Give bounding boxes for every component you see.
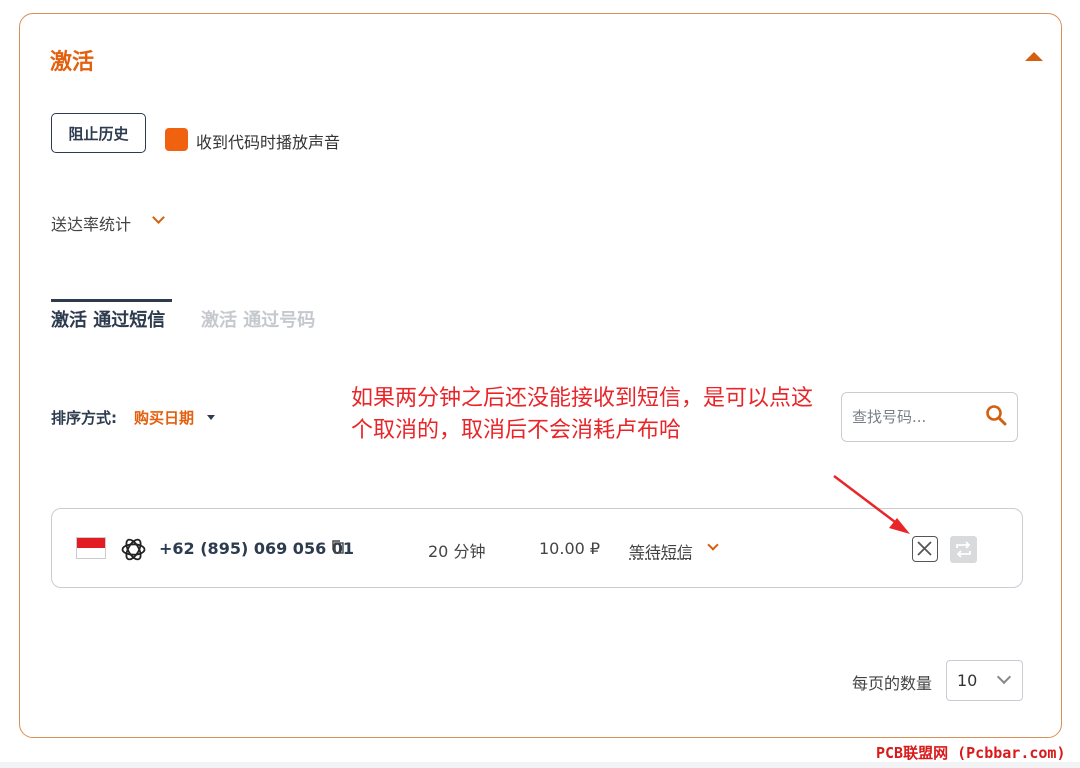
activation-panel: 激活 阻止历史 收到代码时播放声音 送达率统计 激活 通过短信 激活 通过号码 … [19, 13, 1062, 738]
bottom-strip [0, 762, 1080, 768]
chevron-down-icon [996, 669, 1012, 685]
sound-checkbox[interactable] [165, 128, 188, 151]
openai-icon [121, 538, 146, 561]
search-box[interactable] [841, 392, 1018, 442]
sort-label: 排序方式: [51, 409, 117, 427]
repeat-activation-button[interactable] [950, 536, 977, 563]
phone-number: +62 (895) 069 056 01 [159, 539, 355, 558]
sort-dropdown[interactable]: 购买日期 [134, 407, 194, 428]
tab-sms-activation[interactable]: 激活 通过短信 [51, 306, 165, 332]
status-dropdown[interactable]: 等待短信 [629, 539, 693, 563]
close-icon [917, 541, 932, 556]
per-page-label: 每页的数量 [852, 674, 933, 693]
per-page-value: 10 [957, 671, 978, 690]
watermark: PCB联盟网 (Pcbbar.com) [876, 744, 1066, 762]
caret-down-icon[interactable] [207, 415, 215, 420]
collapse-caret-icon[interactable] [1025, 52, 1043, 61]
panel-title: 激活 [50, 50, 95, 75]
copy-icon[interactable] [332, 540, 344, 554]
price-value: 10.00 ₽ [539, 539, 601, 558]
chevron-down-icon[interactable] [152, 211, 165, 224]
sound-checkbox-label: 收到代码时播放声音 [196, 133, 341, 152]
duration-value: 20 分钟 [428, 542, 486, 561]
repeat-icon [956, 541, 971, 558]
cancel-activation-button[interactable] [912, 536, 938, 562]
block-history-button[interactable]: 阻止历史 [51, 113, 146, 153]
chevron-down-icon[interactable] [707, 539, 719, 551]
delivery-stats-toggle[interactable]: 送达率统计 [51, 211, 131, 235]
search-icon[interactable] [985, 404, 1007, 426]
tab-number-activation[interactable]: 激活 通过号码 [201, 306, 315, 332]
active-tab-indicator [51, 299, 172, 302]
search-input[interactable] [852, 405, 972, 429]
activation-row: +62 (895) 069 056 01 20 分钟 10.00 ₽ 等待短信 [51, 508, 1023, 588]
annotation-text: 如果两分钟之后还没能接收到短信，是可以点这个取消的，取消后不会消耗卢布哈 [351, 386, 814, 443]
indonesia-flag-icon [76, 537, 106, 559]
per-page-select[interactable]: 10 [946, 660, 1023, 701]
